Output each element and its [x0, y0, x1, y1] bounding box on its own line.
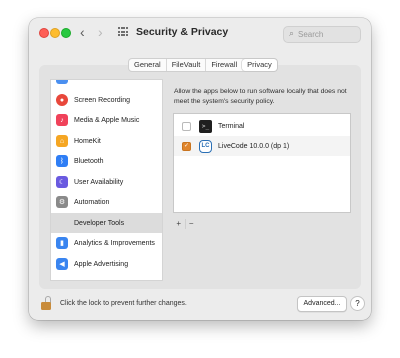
livecode-checkbox[interactable]: ✓: [182, 141, 191, 151]
tab-firewall[interactable]: Firewall: [205, 59, 242, 71]
add-remove-controls: + −: [173, 219, 197, 229]
terminal-checkbox[interactable]: [182, 121, 191, 131]
sidebar-item-apple-advertising[interactable]: ◀ Apple Advertising: [51, 254, 162, 274]
window-title: Security & Privacy: [136, 26, 229, 38]
minimize-button[interactable]: [50, 28, 60, 38]
back-button[interactable]: ‹: [80, 24, 85, 40]
content-panel: ● Screen Recording ♪ Media & Apple Music…: [39, 65, 361, 289]
tab-filevault[interactable]: FileVault: [165, 59, 206, 71]
footer-bar: Click the lock to prevent further change…: [29, 289, 371, 320]
sidebar-item-media-music[interactable]: ♪ Media & Apple Music: [51, 110, 162, 130]
sidebar-item-user-availability[interactable]: ☾ User Availability: [51, 172, 162, 192]
privacy-sidebar: ● Screen Recording ♪ Media & Apple Music…: [50, 79, 163, 281]
lock-text: Click the lock to prevent further change…: [60, 300, 187, 307]
show-all-grid-icon[interactable]: [118, 27, 129, 37]
sidebar-item-screen-recording[interactable]: ● Screen Recording: [51, 90, 162, 110]
app-row-terminal[interactable]: >_ Terminal: [174, 116, 350, 136]
partial-app-icon: [56, 80, 68, 84]
search-icon: ⌕: [289, 28, 295, 38]
sidebar-item-homekit[interactable]: ⌂ HomeKit: [51, 131, 162, 151]
lock-icon[interactable]: [41, 296, 51, 310]
sidebar-item-bluetooth[interactable]: ᛒ Bluetooth: [51, 151, 162, 171]
forward-button[interactable]: ›: [98, 24, 103, 40]
sidebar-item-analytics[interactable]: ▮ Analytics & Improvements: [51, 233, 162, 253]
sidebar-item-automation[interactable]: ⚙ Automation: [51, 192, 162, 212]
bluetooth-icon: ᛒ: [56, 155, 68, 167]
tab-privacy[interactable]: Privacy: [242, 59, 277, 71]
sidebar-item-partial[interactable]: [51, 80, 162, 88]
terminal-icon: >_: [199, 119, 212, 133]
preferences-window: ‹ › Security & Privacy ⌕ ● Screen Record…: [29, 18, 371, 320]
tab-bar: General FileVault Firewall Privacy: [128, 58, 278, 72]
zoom-button[interactable]: [61, 28, 71, 38]
app-list: >_ Terminal ✓ LC LiveCode 10.0.0 (dp 1): [173, 113, 351, 213]
app-row-livecode[interactable]: ✓ LC LiveCode 10.0.0 (dp 1): [174, 136, 350, 156]
add-app-button[interactable]: +: [173, 219, 185, 229]
search-input[interactable]: [298, 27, 356, 42]
moon-icon: ☾: [56, 176, 68, 188]
gear-icon: ⚙: [56, 196, 68, 208]
megaphone-icon: ◀: [56, 258, 68, 270]
bar-chart-icon: ▮: [56, 237, 68, 249]
developer-tools-description: Allow the apps below to run software loc…: [174, 88, 347, 105]
record-icon: ●: [56, 94, 68, 106]
help-button[interactable]: ?: [350, 296, 365, 311]
home-icon: ⌂: [56, 135, 68, 147]
search-field[interactable]: ⌕: [283, 26, 361, 43]
advanced-button[interactable]: Advanced...: [297, 296, 347, 312]
sidebar-item-developer-tools[interactable]: Developer Tools: [51, 213, 162, 233]
close-button[interactable]: [39, 28, 49, 38]
livecode-icon: LC: [199, 139, 212, 153]
remove-app-button[interactable]: −: [184, 219, 198, 229]
music-note-icon: ♪: [56, 114, 68, 126]
title-bar: ‹ › Security & Privacy ⌕: [29, 18, 371, 48]
tab-general[interactable]: General: [129, 59, 166, 71]
